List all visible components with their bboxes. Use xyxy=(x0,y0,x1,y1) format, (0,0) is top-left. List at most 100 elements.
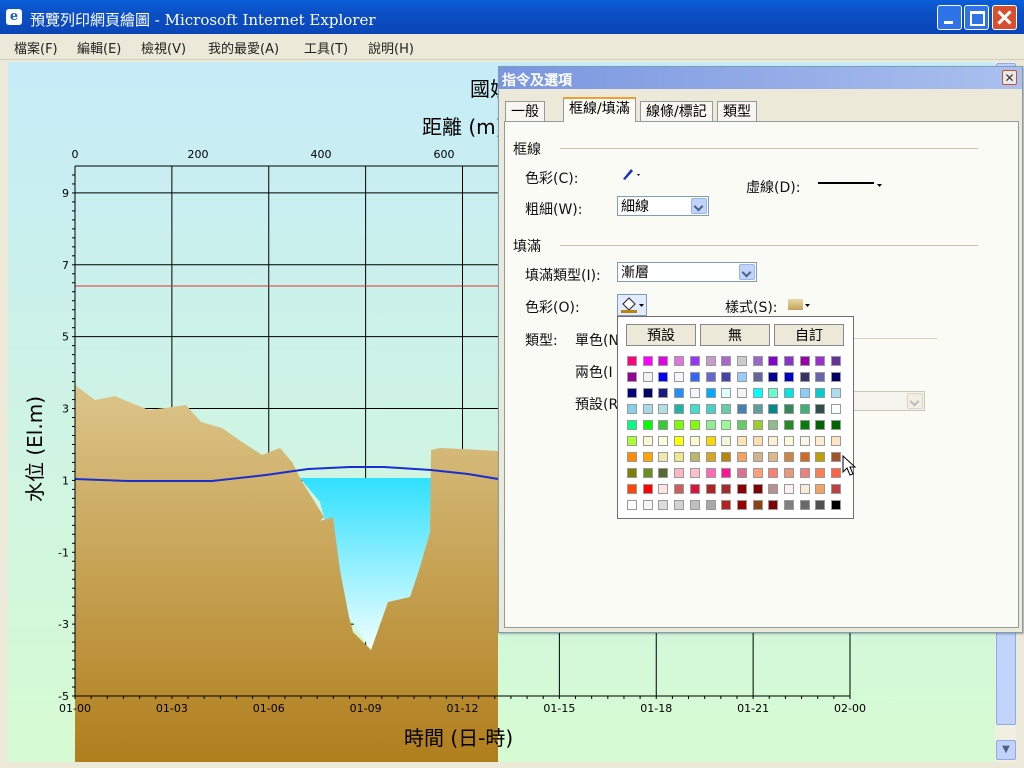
color-swatch[interactable] xyxy=(658,500,669,510)
fill-style-picker[interactable] xyxy=(788,297,812,311)
color-swatch[interactable] xyxy=(674,468,685,478)
color-swatch[interactable] xyxy=(674,500,685,510)
color-swatch[interactable] xyxy=(736,372,747,382)
dash-style-picker[interactable] xyxy=(818,175,884,187)
minimize-button[interactable] xyxy=(937,5,962,30)
color-swatch[interactable] xyxy=(831,436,842,446)
color-swatch[interactable] xyxy=(674,388,685,398)
color-swatch[interactable] xyxy=(752,420,763,430)
menu-help[interactable]: 說明(H) xyxy=(368,38,414,57)
color-swatch[interactable] xyxy=(721,500,732,510)
color-swatch[interactable] xyxy=(815,500,826,510)
color-swatch[interactable] xyxy=(736,356,747,366)
color-swatch[interactable] xyxy=(752,372,763,382)
color-swatch[interactable] xyxy=(705,452,716,462)
color-swatch[interactable] xyxy=(831,372,842,382)
color-swatch[interactable] xyxy=(799,420,810,430)
color-swatch[interactable] xyxy=(721,436,732,446)
color-swatch[interactable] xyxy=(689,452,700,462)
color-swatch[interactable] xyxy=(736,404,747,414)
color-swatch[interactable] xyxy=(658,484,669,494)
color-swatch[interactable] xyxy=(784,452,794,462)
dual-option[interactable]: 兩色(I xyxy=(575,362,613,382)
palette-custom-button[interactable]: 自訂 xyxy=(774,324,844,346)
color-swatch[interactable] xyxy=(705,436,716,446)
color-swatch[interactable] xyxy=(689,500,700,510)
color-swatch[interactable] xyxy=(815,484,826,494)
color-swatch[interactable] xyxy=(627,468,637,478)
color-swatch[interactable] xyxy=(642,452,653,462)
color-swatch[interactable] xyxy=(705,356,716,366)
color-swatch[interactable] xyxy=(784,436,794,446)
color-swatch[interactable] xyxy=(799,500,810,510)
color-swatch[interactable] xyxy=(799,404,810,414)
color-swatch[interactable] xyxy=(736,468,747,478)
tab-type[interactable]: 類型 xyxy=(717,101,757,121)
color-swatch[interactable] xyxy=(752,500,763,510)
color-swatch[interactable] xyxy=(736,420,747,430)
weight-select[interactable]: 細線 xyxy=(617,196,709,216)
color-swatch[interactable] xyxy=(752,452,763,462)
color-swatch[interactable] xyxy=(627,420,637,430)
color-swatch[interactable] xyxy=(752,436,763,446)
color-swatch[interactable] xyxy=(831,420,842,430)
color-swatch[interactable] xyxy=(815,356,826,366)
color-swatch[interactable] xyxy=(721,404,732,414)
color-swatch[interactable] xyxy=(674,436,685,446)
color-swatch[interactable] xyxy=(768,468,779,478)
color-swatch[interactable] xyxy=(799,356,810,366)
color-swatch[interactable] xyxy=(752,356,763,366)
color-swatch[interactable] xyxy=(658,452,669,462)
palette-none-button[interactable]: 無 xyxy=(700,324,770,346)
menu-edit[interactable]: 編輯(E) xyxy=(77,38,121,57)
color-swatch[interactable] xyxy=(642,356,653,366)
color-swatch[interactable] xyxy=(799,452,810,462)
color-swatch[interactable] xyxy=(815,468,826,478)
color-swatch[interactable] xyxy=(736,500,747,510)
color-swatch[interactable] xyxy=(674,404,685,414)
color-swatch[interactable] xyxy=(658,356,669,366)
color-swatch[interactable] xyxy=(642,372,653,382)
color-swatch[interactable] xyxy=(627,356,637,366)
color-swatch[interactable] xyxy=(831,388,842,398)
color-swatch[interactable] xyxy=(627,372,637,382)
color-swatch[interactable] xyxy=(815,436,826,446)
color-swatch[interactable] xyxy=(768,356,779,366)
color-swatch[interactable] xyxy=(768,500,779,510)
color-swatch[interactable] xyxy=(815,404,826,414)
color-swatch[interactable] xyxy=(752,388,763,398)
mono-option[interactable]: 單色(N xyxy=(575,330,619,350)
color-swatch[interactable] xyxy=(705,372,716,382)
maximize-button[interactable] xyxy=(964,5,989,30)
color-swatch[interactable] xyxy=(721,372,732,382)
color-swatch[interactable] xyxy=(689,372,700,382)
color-swatch[interactable] xyxy=(784,484,794,494)
color-swatch[interactable] xyxy=(831,468,842,478)
menu-view[interactable]: 檢視(V) xyxy=(141,38,186,57)
close-button[interactable] xyxy=(992,5,1017,30)
color-swatch[interactable] xyxy=(642,436,653,446)
color-swatch[interactable] xyxy=(689,420,700,430)
color-swatch[interactable] xyxy=(658,436,669,446)
color-swatch[interactable] xyxy=(831,452,842,462)
color-swatch[interactable] xyxy=(768,436,779,446)
color-swatch[interactable] xyxy=(784,468,794,478)
color-swatch[interactable] xyxy=(721,420,732,430)
color-swatch[interactable] xyxy=(705,404,716,414)
menu-favorites[interactable]: 我的最愛(A) xyxy=(208,38,279,57)
color-swatch[interactable] xyxy=(768,404,779,414)
color-swatch[interactable] xyxy=(768,388,779,398)
color-swatch[interactable] xyxy=(736,484,747,494)
color-swatch[interactable] xyxy=(674,356,685,366)
color-swatch[interactable] xyxy=(784,372,794,382)
color-swatch[interactable] xyxy=(721,356,732,366)
color-swatch[interactable] xyxy=(784,356,794,366)
color-swatch[interactable] xyxy=(627,388,637,398)
color-swatch[interactable] xyxy=(831,404,842,414)
color-swatch[interactable] xyxy=(627,484,637,494)
color-swatch[interactable] xyxy=(674,372,685,382)
color-swatch[interactable] xyxy=(721,484,732,494)
color-swatch[interactable] xyxy=(705,420,716,430)
color-swatch[interactable] xyxy=(689,436,700,446)
scroll-down-arrow-icon[interactable]: ▼ xyxy=(996,740,1016,760)
